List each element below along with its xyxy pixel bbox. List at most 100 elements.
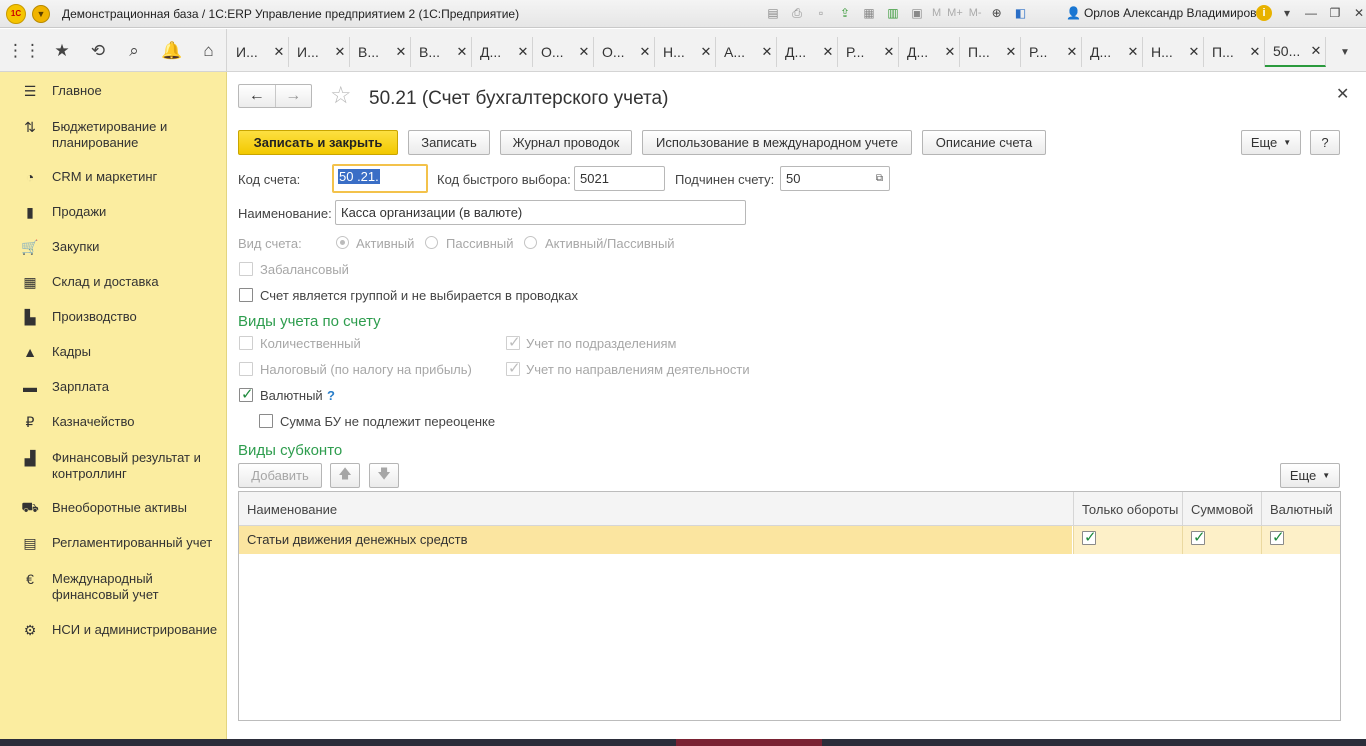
radio-active-passive[interactable] — [524, 236, 537, 249]
memory-m-button[interactable]: M — [932, 4, 941, 22]
turnover-only-cell[interactable]: ✓ — [1073, 526, 1182, 554]
document-icon[interactable]: ▦ — [860, 4, 878, 22]
tab-close-icon[interactable]: ✕ — [1307, 43, 1325, 59]
currency-help-link[interactable]: ? — [327, 388, 335, 403]
back-arrow-icon[interactable]: ← — [239, 85, 275, 107]
by-division-checkbox[interactable]: ✓ — [506, 334, 521, 351]
quick-code-field[interactable]: 5021 — [574, 166, 665, 191]
tab-close-icon[interactable]: ✕ — [758, 44, 776, 60]
help-button[interactable]: ? — [1310, 130, 1340, 155]
tab-close-icon[interactable]: ✕ — [270, 44, 288, 60]
subconto-more-button[interactable]: Еще ▼ — [1280, 463, 1340, 488]
tab-close-icon[interactable]: ✕ — [453, 44, 471, 60]
tab-close-icon[interactable]: ✕ — [1246, 44, 1264, 60]
journal-button[interactable]: Журнал проводок — [500, 130, 632, 155]
tab-8[interactable]: Н... ✕ — [655, 37, 716, 67]
sum-cell[interactable]: ✓ — [1182, 526, 1261, 554]
sidebar-item-treasury[interactable]: ₽ Казначейство — [0, 413, 227, 431]
search-icon[interactable]: ⌕ — [116, 29, 152, 72]
tab-close-icon[interactable]: ✕ — [331, 44, 349, 60]
calendar-icon[interactable]: ▣ — [908, 4, 926, 22]
panels-icon[interactable]: ◧ — [1012, 4, 1030, 22]
tab-13[interactable]: П... ✕ — [960, 37, 1021, 67]
tab-close-icon[interactable]: ✕ — [514, 44, 532, 60]
no-revaluation-checkbox[interactable] — [259, 414, 273, 428]
info-icon[interactable]: i — [1256, 5, 1272, 21]
sidebar-item-admin[interactable]: ⚙ НСИ и администрирование — [0, 621, 227, 639]
tab-4[interactable]: В... ✕ — [411, 37, 472, 67]
preview-icon[interactable]: ▫ — [812, 4, 830, 22]
memory-plus-button[interactable]: M+ — [947, 4, 963, 22]
is-group-checkbox[interactable] — [239, 288, 253, 302]
tab-close-icon[interactable]: ✕ — [392, 44, 410, 60]
tab-14[interactable]: Р... ✕ — [1021, 37, 1082, 67]
upload-icon[interactable]: ⇪ — [836, 4, 854, 22]
tab-3[interactable]: В... ✕ — [350, 37, 411, 67]
save-and-close-button[interactable]: Записать и закрыть — [238, 130, 398, 155]
sidebar-item-main[interactable]: ☰ Главное — [0, 82, 227, 100]
sidebar-item-staff[interactable]: ▲ Кадры — [0, 343, 227, 361]
open-window-icon[interactable]: ⧉ — [870, 166, 890, 191]
tab-7[interactable]: О... ✕ — [594, 37, 655, 67]
tab-close-icon[interactable]: ✕ — [1002, 44, 1020, 60]
sidebar-item-finance[interactable]: ▟ Финансовый результат и контроллинг — [0, 449, 227, 482]
tab-9[interactable]: А... ✕ — [716, 37, 777, 67]
tab-12[interactable]: Д... ✕ — [899, 37, 960, 67]
sidebar-item-salary[interactable]: ▬ Зарплата — [0, 378, 227, 396]
tab-2[interactable]: И... ✕ — [289, 37, 350, 67]
main-menu-chevron-icon[interactable]: ▼ — [32, 4, 50, 23]
restore-button[interactable]: ❐ — [1324, 4, 1346, 22]
sum-checkbox[interactable]: ✓ — [1191, 529, 1206, 546]
currency-checkbox[interactable]: ✓ — [239, 386, 254, 403]
column-header-currency[interactable]: Валютный — [1261, 492, 1340, 526]
calculator-icon[interactable]: ▥ — [884, 4, 902, 22]
favorites-star-icon[interactable]: ★ — [44, 29, 80, 72]
tab-close-icon[interactable]: ✕ — [1185, 44, 1203, 60]
zoom-icon[interactable]: ⊕ — [988, 4, 1006, 22]
tab-close-icon[interactable]: ✕ — [819, 44, 837, 60]
tab-5[interactable]: Д... ✕ — [472, 37, 533, 67]
international-usage-button[interactable]: Использование в международном учете — [642, 130, 912, 155]
column-header-name[interactable]: Наименование — [239, 492, 1073, 526]
row-name-cell[interactable]: Статьи движения денежных средств — [239, 526, 1072, 554]
save-disk-icon[interactable]: ▤ — [764, 4, 782, 22]
column-header-sum[interactable]: Суммовой — [1182, 492, 1261, 526]
favorite-star-icon[interactable]: ☆ — [330, 84, 352, 108]
column-header-turnover-only[interactable]: Только обороты — [1073, 492, 1182, 526]
memory-minus-button[interactable]: M- — [969, 4, 982, 22]
current-user[interactable]: 👤 Орлов Александр Владимирович — [1066, 6, 1269, 20]
name-field[interactable]: Касса организации (в валюте) — [335, 200, 746, 225]
subconto-table[interactable]: Наименование Только обороты Суммовой Вал… — [238, 491, 1341, 721]
sidebar-item-international[interactable]: € Международный финансовый учет — [0, 570, 227, 603]
print-icon[interactable]: ⎙ — [788, 4, 806, 22]
tab-16[interactable]: Н... ✕ — [1143, 37, 1204, 67]
quantity-checkbox[interactable] — [239, 336, 253, 350]
table-row[interactable]: Статьи движения денежных средств ✓ ✓ ✓ — [239, 526, 1340, 554]
tab-1[interactable]: И... ✕ — [228, 37, 289, 67]
minimize-button[interactable]: — — [1300, 4, 1322, 22]
by-activity-checkbox[interactable]: ✓ — [506, 360, 521, 377]
tax-checkbox[interactable] — [239, 362, 253, 376]
tab-10[interactable]: Д... ✕ — [777, 37, 838, 67]
tab-close-icon[interactable]: ✕ — [1063, 44, 1081, 60]
sidebar-item-budgeting[interactable]: ⇅ Бюджетирование и планирование — [0, 118, 227, 151]
tabs-more-chevron-icon[interactable]: ▼ — [1330, 37, 1360, 67]
tab-close-icon[interactable]: ✕ — [880, 44, 898, 60]
home-icon[interactable]: ⌂ — [191, 29, 227, 72]
parent-account-field[interactable]: 50 — [780, 166, 871, 191]
sidebar-item-fixed-assets[interactable]: ⛟ Внеоборотные активы — [0, 499, 227, 517]
sidebar-item-regulated[interactable]: ▤ Регламентированный учет — [0, 534, 227, 552]
notifications-bell-icon[interactable]: 🔔 — [154, 29, 190, 72]
radio-passive[interactable] — [425, 236, 438, 249]
close-window-button[interactable]: ✕ — [1348, 4, 1366, 22]
forward-arrow-icon[interactable]: → — [274, 85, 312, 107]
tab-close-icon[interactable]: ✕ — [941, 44, 959, 60]
sidebar-item-sales[interactable]: ▮ Продажи — [0, 203, 227, 221]
tab-11[interactable]: Р... ✕ — [838, 37, 899, 67]
sidebar-item-crm[interactable]: ◔ CRM и маркетинг — [0, 168, 227, 186]
turnover-only-checkbox[interactable]: ✓ — [1082, 529, 1097, 546]
currency-row-checkbox[interactable]: ✓ — [1270, 529, 1285, 546]
offbalance-checkbox[interactable] — [239, 262, 253, 276]
sidebar-item-purchases[interactable]: 🛒 Закупки — [0, 238, 227, 256]
radio-active[interactable] — [336, 236, 349, 249]
